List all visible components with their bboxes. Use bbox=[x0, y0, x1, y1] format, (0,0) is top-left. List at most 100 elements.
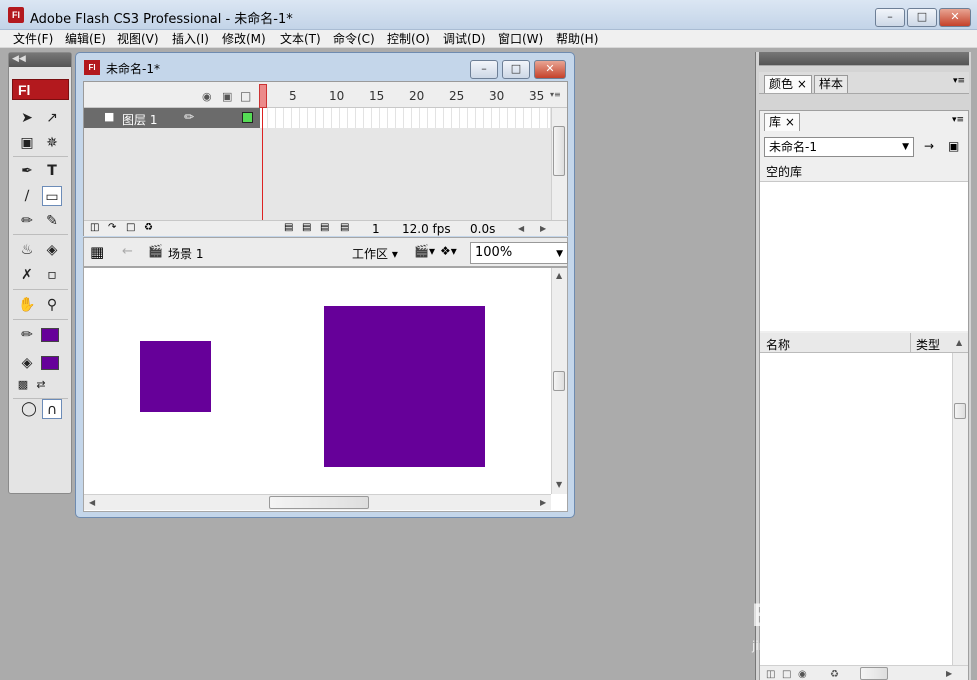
rectangle-tool-icon[interactable]: ▭ bbox=[42, 186, 62, 206]
delete-layer-icon[interactable]: ♻ bbox=[144, 222, 153, 233]
maximize-button[interactable]: □ bbox=[907, 8, 937, 27]
selection-tool-icon[interactable]: ➤ bbox=[17, 108, 37, 128]
insert-folder-icon[interactable]: □ bbox=[126, 222, 135, 233]
menu-modify[interactable]: 修改(M) bbox=[222, 31, 266, 47]
lock-icon[interactable]: ▣ bbox=[222, 90, 232, 103]
stage[interactable]: ▲ ▼ ◀ ▶ bbox=[83, 267, 568, 512]
eyedropper-tool-icon[interactable]: ✗ bbox=[17, 265, 37, 285]
menu-view[interactable]: 视图(V) bbox=[117, 31, 159, 47]
eraser-tool-icon[interactable]: ▫ bbox=[42, 265, 62, 285]
new-library-panel-icon[interactable]: ▣ bbox=[948, 139, 959, 153]
scroll-right-icon[interactable]: ▶ bbox=[946, 669, 952, 678]
timeline-scroll-right-icon[interactable]: ▶ bbox=[540, 224, 546, 233]
scroll-up-icon[interactable]: ▲ bbox=[556, 271, 562, 280]
frame-rate[interactable]: 12.0 fps bbox=[402, 222, 451, 236]
library-document-select[interactable]: 未命名-1 ▼ bbox=[764, 137, 914, 157]
outline-icon[interactable]: □ bbox=[240, 89, 251, 103]
timeline-vscroll-thumb[interactable] bbox=[553, 126, 565, 176]
dock-grip[interactable] bbox=[759, 52, 969, 66]
library-hscroll-thumb[interactable] bbox=[860, 667, 888, 680]
scroll-down-icon[interactable]: ▼ bbox=[556, 480, 562, 489]
tab-library[interactable]: 库 × bbox=[764, 113, 800, 131]
library-menu-icon[interactable]: ▾≡ bbox=[952, 115, 964, 125]
frames-area[interactable] bbox=[260, 108, 550, 128]
menu-help[interactable]: 帮助(H) bbox=[556, 31, 598, 47]
ink-bottle-tool-icon[interactable]: ♨ bbox=[17, 240, 37, 260]
tab-color[interactable]: 颜色 × bbox=[764, 75, 812, 93]
zoom-select[interactable]: 100% ▼ bbox=[470, 242, 568, 264]
edit-scene-icon[interactable]: 🎬▾ bbox=[414, 244, 435, 258]
doc-minimize-button[interactable]: – bbox=[470, 60, 498, 79]
timeline-menu-icon[interactable]: ▾≡ bbox=[550, 90, 561, 99]
close-button[interactable]: ✕ bbox=[939, 8, 971, 27]
library-vscroll-thumb[interactable] bbox=[954, 403, 966, 419]
playhead[interactable] bbox=[259, 84, 267, 108]
brush-tool-icon[interactable]: ✎ bbox=[42, 211, 62, 231]
delete-icon[interactable]: ♻ bbox=[830, 669, 839, 680]
stage-vscroll-thumb[interactable] bbox=[553, 371, 565, 391]
paint-bucket-tool-icon[interactable]: ◈ bbox=[42, 240, 62, 260]
text-tool-icon[interactable]: T bbox=[42, 161, 62, 181]
pencil-tool-icon[interactable]: ✏ bbox=[17, 211, 37, 231]
menu-file[interactable]: 文件(F) bbox=[13, 31, 53, 47]
onion-outlines-icon[interactable]: ▤ bbox=[320, 222, 329, 233]
back-arrow-icon[interactable]: ← bbox=[122, 244, 133, 259]
chevron-down-icon[interactable]: ▼ bbox=[556, 244, 563, 264]
add-guide-icon[interactable]: ↷ bbox=[108, 222, 116, 233]
chevron-down-icon[interactable]: ▼ bbox=[902, 138, 909, 156]
swap-colors-icon[interactable]: ⇄ bbox=[31, 375, 51, 395]
scroll-left-icon[interactable]: ◀ bbox=[89, 498, 95, 507]
tab-swatches[interactable]: 样本 bbox=[814, 75, 849, 93]
timeline-vscroll[interactable] bbox=[551, 108, 567, 220]
sort-icon[interactable]: ▲ bbox=[956, 338, 962, 347]
scene-name[interactable]: 场景 1 bbox=[168, 245, 203, 262]
zoom-tool-icon[interactable]: ⚲ bbox=[42, 295, 62, 315]
center-frame-icon[interactable]: ▤ bbox=[284, 222, 293, 233]
stage-hscroll[interactable]: ◀ ▶ bbox=[84, 494, 551, 510]
large-square-shape[interactable] bbox=[324, 306, 485, 467]
minimize-button[interactable]: – bbox=[875, 8, 905, 27]
menu-edit[interactable]: 编辑(E) bbox=[65, 31, 106, 47]
edit-multiple-frames-icon[interactable]: ▤ bbox=[340, 222, 349, 233]
eye-icon[interactable]: ◉ bbox=[202, 90, 212, 103]
menu-insert[interactable]: 插入(I) bbox=[172, 31, 209, 47]
menu-commands[interactable]: 命令(C) bbox=[333, 31, 375, 47]
subselection-tool-icon[interactable]: ↗ bbox=[42, 108, 62, 128]
menu-control[interactable]: 控制(O) bbox=[387, 31, 430, 47]
pen-tool-icon[interactable]: ✒ bbox=[17, 161, 37, 181]
workspace-dropdown[interactable]: 工作区 ▾ bbox=[352, 245, 398, 262]
menu-text[interactable]: 文本(T) bbox=[280, 31, 321, 47]
pin-library-icon[interactable]: → bbox=[924, 139, 934, 153]
small-square-shape[interactable] bbox=[140, 341, 211, 412]
tools-panel-grip[interactable]: ◀◀ bbox=[9, 53, 71, 67]
column-type[interactable]: 类型 bbox=[916, 336, 940, 353]
layer-outline-color[interactable] bbox=[242, 112, 253, 123]
black-white-icon[interactable]: ▩ bbox=[13, 375, 33, 395]
line-tool-icon[interactable]: ∕ bbox=[17, 186, 37, 206]
layer-row[interactable]: ■ 图层 1 ✏ bbox=[84, 108, 260, 128]
fill-color-swatch[interactable] bbox=[41, 356, 59, 370]
stroke-color-swatch[interactable] bbox=[41, 328, 59, 342]
library-vscroll[interactable] bbox=[952, 353, 968, 665]
menu-window[interactable]: 窗口(W) bbox=[498, 31, 543, 47]
new-symbol-icon[interactable]: ◫ bbox=[766, 669, 775, 680]
onion-skin-icon[interactable]: ▤ bbox=[302, 222, 311, 233]
timeline-toggle-icon[interactable]: ▦ bbox=[90, 243, 104, 261]
properties-icon[interactable]: ◉ bbox=[798, 669, 807, 680]
column-name[interactable]: 名称 bbox=[766, 336, 790, 353]
object-drawing-icon[interactable]: ◯ bbox=[19, 399, 39, 419]
insert-layer-icon[interactable]: ◫ bbox=[90, 222, 99, 233]
menu-debug[interactable]: 调试(D) bbox=[443, 31, 486, 47]
doc-close-button[interactable]: ✕ bbox=[534, 60, 566, 79]
edit-symbols-icon[interactable]: ❖▾ bbox=[440, 244, 457, 258]
free-transform-tool-icon[interactable]: ▣ bbox=[17, 133, 37, 153]
panel-menu-icon[interactable]: ▾≡ bbox=[953, 76, 965, 86]
stage-hscroll-thumb[interactable] bbox=[269, 496, 369, 509]
stage-vscroll[interactable]: ▲ ▼ bbox=[551, 268, 567, 494]
lasso-tool-icon[interactable]: ✵ bbox=[42, 133, 62, 153]
snap-to-objects-icon[interactable]: ∩ bbox=[42, 399, 62, 419]
hand-tool-icon[interactable]: ✋ bbox=[17, 295, 37, 315]
new-folder-icon[interactable]: □ bbox=[782, 669, 791, 680]
timeline-scroll-left-icon[interactable]: ◀ bbox=[518, 224, 524, 233]
doc-maximize-button[interactable]: □ bbox=[502, 60, 530, 79]
